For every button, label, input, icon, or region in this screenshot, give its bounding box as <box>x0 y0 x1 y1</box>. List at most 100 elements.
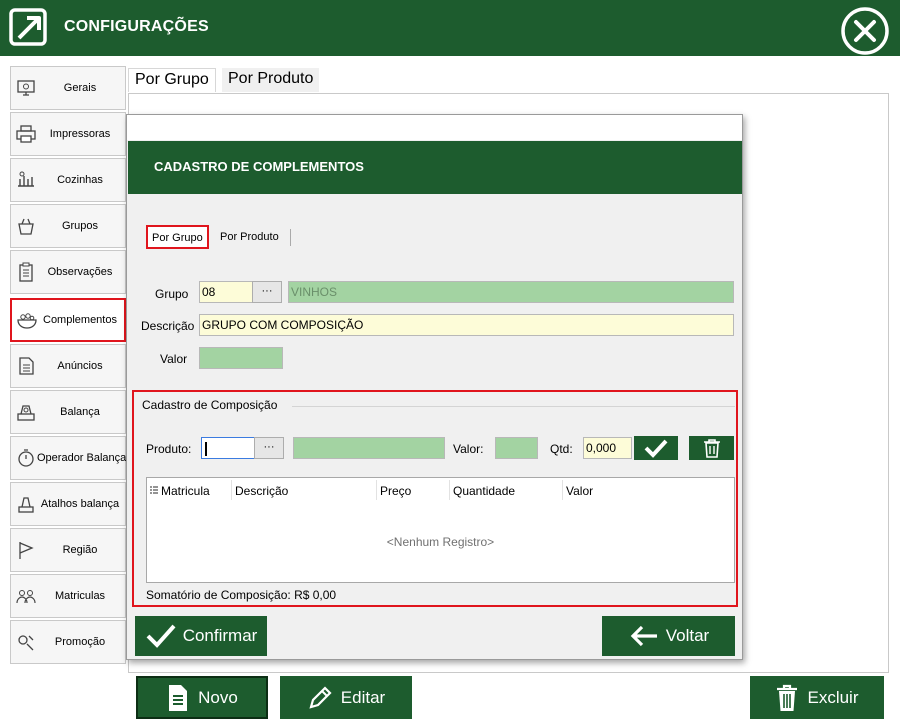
app-logo-icon <box>9 8 47 46</box>
dialog-tab-por-grupo[interactable]: Por Grupo <box>146 225 209 249</box>
window-title: CONFIGURAÇÕES <box>64 18 209 35</box>
tab-por-produto[interactable]: Por Produto <box>222 68 320 92</box>
produto-search-button[interactable]: ··· <box>254 437 284 459</box>
sidebar-item-gerais[interactable]: Gerais <box>10 66 126 110</box>
monitor-icon <box>17 80 35 96</box>
sidebar-item-label: Gerais <box>63 82 97 94</box>
confirm-button-label: Confirmar <box>182 626 258 645</box>
column-header-descricao[interactable]: Descrição <box>235 484 288 498</box>
sidebar-item-cozinhas[interactable]: Cozinhas <box>10 158 126 202</box>
check-icon <box>146 624 176 648</box>
kitchen-icon <box>18 171 34 187</box>
grupo-search-button[interactable]: ··· <box>252 281 282 303</box>
group-divider <box>292 406 735 407</box>
column-divider <box>231 480 232 500</box>
sidebar-item-grupos[interactable]: Grupos <box>10 204 126 248</box>
column-divider <box>562 480 563 500</box>
produto-label: Produto: <box>146 442 192 456</box>
qtd-field[interactable]: 0,000 <box>583 437 632 459</box>
dialog-tab-por-produto[interactable]: Por Produto <box>214 225 285 249</box>
sidebar-item-label: Impressoras <box>49 128 111 140</box>
printer-icon <box>16 125 36 143</box>
sidebar-item-label: Complementos <box>43 314 117 326</box>
text-caret <box>205 442 207 456</box>
composition-title: Cadastro de Composição <box>142 398 278 412</box>
promo-icon <box>18 635 34 651</box>
produto-name-field <box>293 437 445 459</box>
remove-composition-button[interactable] <box>689 436 734 460</box>
sidebar-item-label: Anúncios <box>57 360 103 372</box>
sidebar-item-observacoes[interactable]: Observações <box>10 250 126 294</box>
new-document-icon <box>169 684 188 711</box>
column-header-preco[interactable]: Preço <box>380 484 411 498</box>
basket-icon <box>18 218 34 235</box>
qtd-label: Qtd: <box>550 442 573 456</box>
clipboard-icon <box>19 262 33 282</box>
scale-shortcut-icon <box>18 497 34 513</box>
composition-total: Somatório de Composição: R$ 0,00 <box>146 588 337 602</box>
produto-field[interactable] <box>201 437 257 459</box>
complementos-dialog: CADASTRO DE COMPLEMENTOS Por Grupo Por P… <box>126 114 743 660</box>
edit-button[interactable]: Editar <box>280 676 412 719</box>
confirm-button[interactable]: Confirmar <box>135 616 267 656</box>
delete-button[interactable]: Excluir <box>750 676 884 719</box>
column-header-quantidade[interactable]: Quantidade <box>453 484 515 498</box>
descricao-field[interactable]: GRUPO COM COMPOSIÇÃO <box>199 314 734 336</box>
sidebar-item-label: Observações <box>47 266 113 278</box>
people-icon <box>16 590 36 604</box>
scale-icon <box>17 405 35 421</box>
title-bar: CONFIGURAÇÕES <box>0 0 900 56</box>
column-header-matricula[interactable]: Matricula <box>161 484 210 498</box>
check-icon <box>644 439 668 458</box>
sidebar-item-complementos[interactable]: Complementos <box>10 298 126 342</box>
column-divider <box>376 480 377 500</box>
add-composition-button[interactable] <box>634 436 678 460</box>
grid-menu-icon[interactable] <box>150 486 158 496</box>
dialog-header: CADASTRO DE COMPLEMENTOS <box>128 141 742 194</box>
sidebar-item-impressoras[interactable]: Impressoras <box>10 112 126 156</box>
timer-icon <box>18 449 34 467</box>
new-button[interactable]: Novo <box>136 676 268 719</box>
sidebar-item-anuncios[interactable]: Anúncios <box>10 344 126 388</box>
grupo-code-field[interactable]: 08 <box>199 281 255 303</box>
composition-group: Cadastro de Composição Produto: ··· Valo… <box>132 390 738 607</box>
delete-button-label: Excluir <box>807 687 859 707</box>
sidebar-item-promocao[interactable]: Promoção <box>10 620 126 664</box>
bowl-icon <box>17 313 37 329</box>
composition-grid[interactable]: Matricula Descrição Preço Quantidade Val… <box>146 477 735 583</box>
sidebar-item-label: Balança <box>60 406 100 418</box>
new-button-label: Novo <box>198 687 238 707</box>
sidebar-item-label: Atalhos balança <box>40 498 120 510</box>
descricao-label: Descrição <box>141 319 195 333</box>
sidebar-item-balanca[interactable]: Balança <box>10 390 126 434</box>
arrow-left-icon <box>630 625 657 647</box>
dialog-title: CADASTRO DE COMPLEMENTOS <box>154 159 364 174</box>
sidebar-item-label: Matriculas <box>54 590 106 602</box>
sidebar-item-label: Cozinhas <box>57 174 103 186</box>
valor-label: Valor <box>160 352 188 366</box>
close-icon[interactable] <box>839 5 891 57</box>
sidebar-item-operador-balanca[interactable]: Operador Balança <box>10 436 126 480</box>
tab-por-grupo[interactable]: Por Grupo <box>128 68 216 92</box>
back-button[interactable]: Voltar <box>602 616 735 656</box>
grid-empty-message: <Nenhum Registro> <box>386 535 495 549</box>
dialog-top-strip <box>127 115 742 140</box>
valor-field[interactable] <box>199 347 283 369</box>
sidebar-item-label: Promoção <box>54 636 106 648</box>
sidebar-item-atalhos-balanca[interactable]: Atalhos balança <box>10 482 126 526</box>
column-divider <box>449 480 450 500</box>
sidebar-item-label: Região <box>62 544 98 556</box>
sidebar-item-matriculas[interactable]: Matriculas <box>10 574 126 618</box>
sidebar-item-regiao[interactable]: Região <box>10 528 126 572</box>
sidebar-item-label: Operador Balança <box>37 452 127 464</box>
document-icon <box>19 357 34 375</box>
edit-button-label: Editar <box>340 687 386 707</box>
composition-valor-field[interactable] <box>495 437 538 459</box>
grupo-name-field: VINHOS <box>288 281 734 303</box>
grupo-label: Grupo <box>155 287 189 301</box>
trash-icon <box>703 439 720 458</box>
sidebar-item-label: Grupos <box>61 220 99 232</box>
trash-icon <box>777 684 798 711</box>
column-header-valor[interactable]: Valor <box>566 484 593 498</box>
settings-sidebar: Gerais Impressoras Cozinhas Grupos Obser… <box>0 56 128 724</box>
